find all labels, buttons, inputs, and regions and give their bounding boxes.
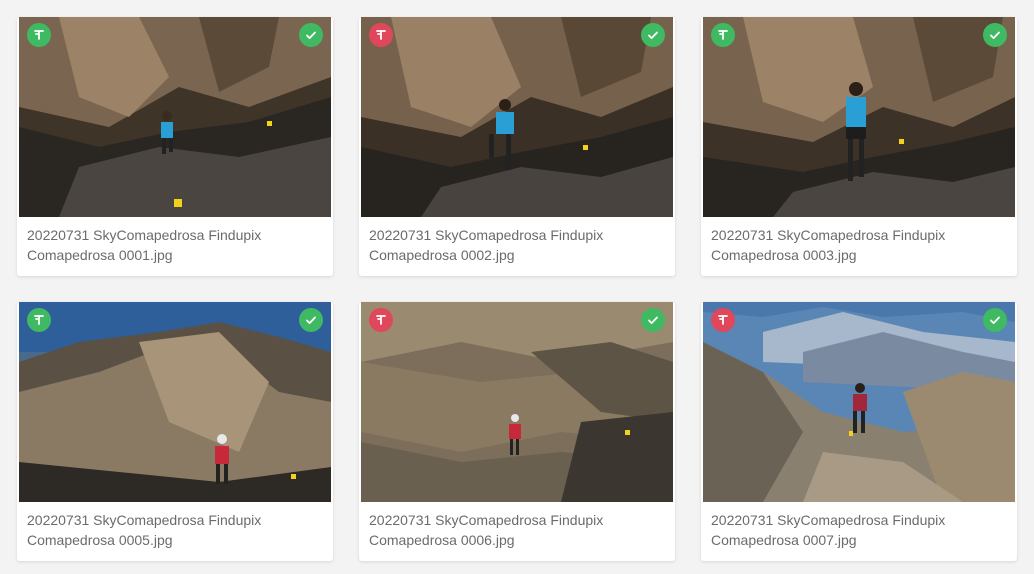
photo-filename: 20220731 SkyComapedrosa Findupix Comaped… bbox=[27, 512, 262, 548]
photo-card[interactable]: 20220731 SkyComapedrosa Findupix Comaped… bbox=[359, 302, 675, 561]
photo-thumbnail[interactable] bbox=[703, 302, 1015, 502]
photo-thumbnail[interactable] bbox=[19, 17, 331, 217]
check-icon[interactable] bbox=[641, 308, 665, 332]
photo-thumbnail[interactable] bbox=[361, 17, 673, 217]
tag-t-icon[interactable] bbox=[711, 23, 735, 47]
photo-filename: 20220731 SkyComapedrosa Findupix Comaped… bbox=[369, 227, 604, 263]
photo-thumbnail[interactable] bbox=[19, 302, 331, 502]
photo-card[interactable]: 20220731 SkyComapedrosa Findupix Comaped… bbox=[359, 17, 675, 276]
photo-thumbnail[interactable] bbox=[703, 17, 1015, 217]
check-icon[interactable] bbox=[299, 308, 323, 332]
photo-card[interactable]: 20220731 SkyComapedrosa Findupix Comaped… bbox=[701, 17, 1017, 276]
photo-card[interactable]: 20220731 SkyComapedrosa Findupix Comaped… bbox=[17, 17, 333, 276]
photo-filename: 20220731 SkyComapedrosa Findupix Comaped… bbox=[711, 512, 946, 548]
tag-t-icon[interactable] bbox=[27, 308, 51, 332]
photo-filename: 20220731 SkyComapedrosa Findupix Comaped… bbox=[27, 227, 262, 263]
check-icon[interactable] bbox=[641, 23, 665, 47]
photo-filename: 20220731 SkyComapedrosa Findupix Comaped… bbox=[369, 512, 604, 548]
tag-t-icon[interactable] bbox=[369, 23, 393, 47]
check-icon[interactable] bbox=[983, 23, 1007, 47]
tag-t-icon[interactable] bbox=[711, 308, 735, 332]
check-icon[interactable] bbox=[299, 23, 323, 47]
photo-card[interactable]: 20220731 SkyComapedrosa Findupix Comaped… bbox=[701, 302, 1017, 561]
check-icon[interactable] bbox=[983, 308, 1007, 332]
photo-thumbnail[interactable] bbox=[361, 302, 673, 502]
photo-grid: 20220731 SkyComapedrosa Findupix Comaped… bbox=[0, 0, 1034, 574]
photo-filename: 20220731 SkyComapedrosa Findupix Comaped… bbox=[711, 227, 946, 263]
tag-t-icon[interactable] bbox=[27, 23, 51, 47]
tag-t-icon[interactable] bbox=[369, 308, 393, 332]
photo-card[interactable]: 20220731 SkyComapedrosa Findupix Comaped… bbox=[17, 302, 333, 561]
